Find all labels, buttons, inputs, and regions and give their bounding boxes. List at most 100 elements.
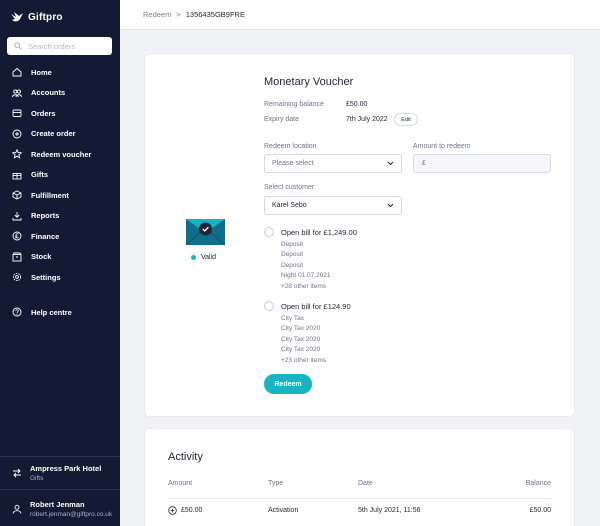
nav-item-orders[interactable]: Orders bbox=[0, 103, 120, 124]
column-header-type: Type bbox=[268, 480, 284, 487]
bill-item: City Tax 2020 bbox=[281, 346, 321, 354]
nav-label: Finance bbox=[31, 231, 60, 241]
chevron-down-icon bbox=[387, 203, 394, 208]
bill-item: Deposit bbox=[281, 241, 304, 248]
amount-to-redeem-label: Amount to redeem bbox=[413, 143, 471, 150]
bill-item: Deposit bbox=[281, 261, 304, 269]
user-email: robert.jenman@giftpro.co.uk bbox=[30, 510, 113, 518]
remaining-balance-label: Remaining balance bbox=[264, 101, 324, 108]
box-icon bbox=[12, 252, 22, 262]
bill-item: Night 01.07.2021 bbox=[281, 272, 331, 280]
voucher-card: Valid Monetary Voucher Remaining balance… bbox=[145, 54, 574, 416]
orders-icon bbox=[12, 109, 22, 118]
bill-item: City Tax 2020 bbox=[281, 335, 321, 343]
activity-card: Activity Amount Type Date Balance £50.00… bbox=[145, 429, 574, 526]
nav-item-home[interactable]: Home bbox=[0, 62, 120, 83]
help-section: Help centre bbox=[0, 302, 120, 323]
nav-label: Orders bbox=[31, 108, 56, 118]
fulfillment-icon bbox=[12, 190, 22, 200]
main-nav: Home Accounts Orders Create order Redeem… bbox=[0, 62, 120, 288]
bill-items: City Tax City Tax 2020 City Tax 2020 Cit… bbox=[281, 314, 326, 366]
nav-item-help-centre[interactable]: Help centre bbox=[0, 302, 120, 323]
nav-label: Stock bbox=[31, 252, 52, 262]
user-icon bbox=[12, 504, 22, 514]
nav-item-stock[interactable]: Stock bbox=[0, 247, 120, 268]
nav-item-reports[interactable]: Reports bbox=[0, 206, 120, 227]
nav-item-accounts[interactable]: Accounts bbox=[0, 83, 120, 104]
nav-label: Redeem voucher bbox=[31, 149, 92, 159]
bill-item: City Tax bbox=[281, 315, 304, 322]
row-balance: £50.00 bbox=[529, 507, 551, 514]
nav-item-create-order[interactable]: Create order bbox=[0, 124, 120, 145]
status-label: Valid bbox=[201, 254, 217, 261]
nav-item-finance[interactable]: Finance bbox=[0, 226, 120, 247]
sidebar-footer: Ampress Park Hotel Gifts Robert Jenman r… bbox=[0, 456, 120, 526]
currency-prefix: £ bbox=[422, 160, 426, 167]
chevron-down-icon bbox=[387, 161, 394, 166]
brand-name: Giftpro bbox=[28, 11, 63, 23]
nav-label: Reports bbox=[31, 211, 60, 221]
activity-title: Activity bbox=[168, 451, 203, 463]
row-date: 5th July 2021, 11:56 bbox=[358, 507, 421, 514]
nav-item-fulfillment[interactable]: Fulfillment bbox=[0, 185, 120, 206]
redeem-location-select[interactable]: Please select bbox=[264, 154, 402, 173]
nav-item-gifts[interactable]: Gifts bbox=[0, 165, 120, 186]
voucher-title: Monetary Voucher bbox=[264, 76, 354, 88]
breadcrumb-current: 1356435GB9FRE bbox=[185, 10, 245, 19]
nav-label: Accounts bbox=[31, 88, 66, 98]
column-header-amount: Amount bbox=[168, 480, 193, 487]
row-amount: £50.00 bbox=[181, 507, 203, 514]
column-header-balance: Balance bbox=[525, 480, 551, 487]
plus-circle-icon bbox=[12, 129, 22, 139]
bill-radio[interactable] bbox=[264, 227, 274, 237]
bill-title: Open bill for £124.90 bbox=[281, 302, 351, 311]
redeem-location-label: Redeem location bbox=[264, 143, 317, 150]
accounts-icon bbox=[12, 89, 22, 97]
hotel-name: Ampress Park Hotel bbox=[30, 464, 102, 473]
nav-label: Create order bbox=[31, 129, 76, 139]
search-icon bbox=[14, 42, 22, 50]
redeem-button[interactable]: Redeem bbox=[264, 374, 312, 394]
home-icon bbox=[12, 68, 22, 77]
voucher-envelope-icon bbox=[186, 219, 225, 246]
nav-label: Help centre bbox=[31, 307, 72, 317]
plus-circle-icon bbox=[168, 506, 177, 515]
remaining-balance-value: £50.00 bbox=[346, 101, 368, 108]
user-menu[interactable]: Robert Jenman robert.jenman@giftpro.co.u… bbox=[0, 490, 120, 526]
logo[interactable]: Giftpro bbox=[10, 10, 63, 24]
row-type: Activation bbox=[268, 507, 299, 514]
breadcrumb-redeem-link[interactable]: Redeem bbox=[143, 10, 171, 19]
download-icon bbox=[12, 211, 22, 221]
switch-arrows-icon bbox=[13, 468, 21, 478]
customer-select[interactable]: Karel Sebo bbox=[264, 196, 402, 215]
search-box[interactable] bbox=[7, 37, 112, 55]
search-input[interactable] bbox=[28, 41, 108, 51]
gear-icon bbox=[12, 273, 22, 282]
hotel-sub: Gifts bbox=[30, 475, 44, 482]
bill-radio[interactable] bbox=[264, 301, 274, 311]
nav-label: Gifts bbox=[31, 170, 49, 180]
select-customer-label: Select customer bbox=[264, 184, 315, 191]
amount-to-redeem-input[interactable]: £ bbox=[413, 154, 551, 173]
status-badge: Valid bbox=[191, 254, 216, 261]
table-divider bbox=[168, 498, 551, 499]
bill-item: +28 other items bbox=[281, 282, 326, 290]
help-icon bbox=[12, 307, 22, 317]
bill-item: Deposit bbox=[281, 251, 304, 259]
gift-icon bbox=[12, 172, 22, 180]
expiry-date-label: Expiry date bbox=[264, 116, 300, 123]
star-icon bbox=[12, 149, 22, 159]
breadcrumb: Redeem > 1356435GB9FRE bbox=[120, 0, 600, 30]
nav-label: Settings bbox=[31, 272, 61, 282]
bill-item: City Tax 2020 bbox=[281, 325, 321, 333]
expiry-date-value: 7th July 2022 bbox=[346, 116, 388, 123]
breadcrumb-separator: > bbox=[176, 10, 181, 19]
edit-expiry-button[interactable]: Edit bbox=[394, 113, 418, 126]
hotel-switcher[interactable]: Ampress Park Hotel Gifts bbox=[0, 457, 120, 490]
giftpro-bird-icon bbox=[11, 12, 23, 22]
column-header-date: Date bbox=[358, 480, 373, 487]
nav-label: Home bbox=[31, 67, 52, 77]
nav-item-settings[interactable]: Settings bbox=[0, 267, 120, 288]
nav-item-redeem-voucher[interactable]: Redeem voucher bbox=[0, 144, 120, 165]
user-name: Robert Jenman bbox=[30, 499, 85, 509]
